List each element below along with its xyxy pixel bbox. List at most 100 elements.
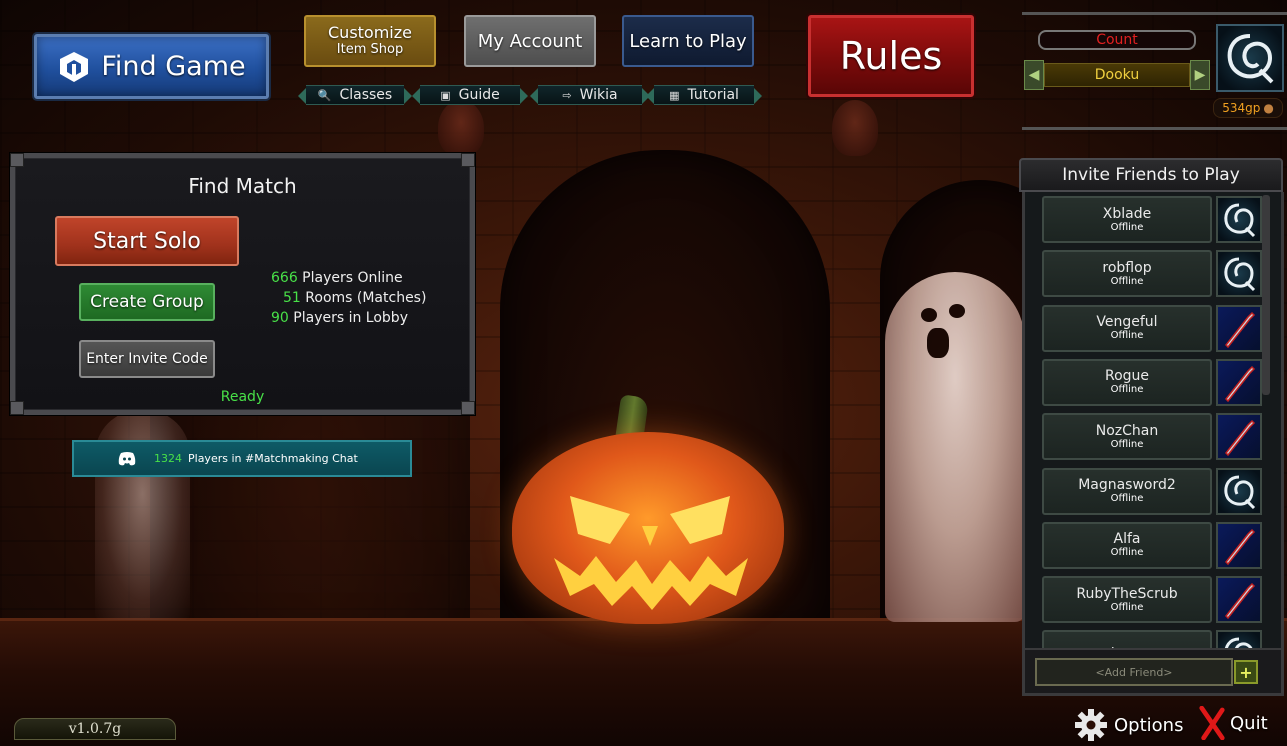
quit-button[interactable]: Quit [1198,706,1268,740]
my-account-button[interactable]: My Account [464,15,596,67]
nav-link-label: Wikia [579,87,618,103]
find-game-label: Find Game [101,51,246,82]
discord-chat-button[interactable]: 1324 Players in #Matchmaking Chat [72,440,412,477]
friend-avatar [1216,576,1262,624]
coin-bag-icon: ● [1263,101,1274,115]
friend-row[interactable]: RubyTheScrub Offline [1042,576,1272,624]
friend-avatar [1216,467,1262,515]
sword-icon [1224,528,1256,565]
close-icon [1199,706,1225,740]
friend-row[interactable]: Rogue Offline [1042,358,1272,406]
friend-invite-button[interactable]: RubyTheScrub Offline [1042,576,1212,624]
friend-status: Offline [1110,221,1144,233]
gold-amount: 534gp [1222,101,1261,115]
learn-to-play-button[interactable]: Learn to Play [622,15,754,67]
friend-avatar [1216,630,1262,648]
discord-icon [118,452,136,466]
lobby-label: Players in Lobby [288,310,408,326]
customize-button[interactable]: Customize Item Shop [304,15,436,67]
friend-name: Vengeful [1096,314,1158,331]
find-match-title: Find Match [188,174,297,198]
my-account-label: My Account [477,30,583,52]
options-label: Options [1114,714,1184,736]
friend-invite-button[interactable]: cbman [1042,630,1212,648]
panel-corner [10,153,24,167]
friend-row[interactable]: Xblade Offline [1042,196,1272,243]
rooms-stat: 51 Rooms (Matches) [283,290,426,306]
friend-status: Offline [1110,330,1144,342]
players-online-count: 666 [271,270,298,286]
create-group-button[interactable]: Create Group [79,283,215,321]
nav-link-guide[interactable]: ▣ Guide [412,85,528,105]
add-friend-input[interactable] [1035,658,1233,686]
friend-status: Offline [1110,493,1144,504]
discord-label: Players in #Matchmaking Chat [188,452,358,465]
friend-row[interactable]: robflop Offline [1042,250,1272,298]
enter-invite-code-button[interactable]: Enter Invite Code [79,340,215,378]
chevron-left-icon[interactable]: ◀ [1024,60,1044,90]
friend-invite-button[interactable]: Vengeful Offline [1042,304,1212,352]
logo-icon [1227,34,1274,84]
friend-name: NozChan [1095,422,1159,439]
friend-status: Offline [1110,275,1144,287]
rooms-label: Rooms (Matches) [300,290,427,306]
lobby-stat: 90 Players in Lobby [271,310,408,326]
friend-name: Rogue [1104,368,1150,385]
friend-row[interactable]: cbman [1042,630,1272,648]
friend-row[interactable]: Alfa Offline [1042,521,1272,569]
quit-label: Quit [1230,712,1268,734]
ghost [885,272,1025,622]
friend-invite-button[interactable]: Magnasword2 Offline [1042,467,1212,515]
friend-name: Xblade [1102,205,1152,222]
friends-scrollbar[interactable] [1262,195,1270,395]
nav-link-label: Guide [458,87,500,103]
search-icon: 🔍 [317,88,332,102]
player-avatar[interactable] [1216,24,1284,92]
start-solo-button[interactable]: Start Solo [55,216,239,266]
friend-invite-button[interactable]: NozChan Offline [1042,413,1212,461]
start-solo-label: Start Solo [93,228,201,254]
players-online-label: Players Online [297,270,403,286]
friend-row[interactable]: NozChan Offline [1042,413,1272,461]
friend-status: Offline [1110,438,1144,450]
shield-logo-icon [60,51,89,82]
friend-invite-button[interactable]: Alfa Offline [1042,521,1212,569]
sword-icon [1224,420,1256,457]
sword-icon [1224,583,1256,620]
options-button[interactable]: Options [1074,708,1183,742]
jack-o-lantern-face [554,496,748,610]
sword-icon [1224,311,1256,348]
friend-status: Offline [1110,547,1144,559]
friend-avatar [1216,521,1262,569]
nav-link-label: Classes [339,87,393,103]
gear-icon [1075,709,1107,741]
skull-ornament [438,100,484,156]
friend-name: Magnasword2 [1078,477,1176,493]
nav-link-wikia[interactable]: ⇨ Wikia [530,85,650,105]
find-game-button[interactable]: Find Game [34,34,269,99]
nav-link-classes[interactable]: 🔍 Classes [298,85,412,105]
nav-link-label: Tutorial [687,87,739,103]
rules-button[interactable]: Rules [808,15,974,97]
chevron-right-icon[interactable]: ▶ [1190,60,1210,90]
puzzle-icon: ▦ [669,88,680,102]
friends-list: Xblade Offline robflop Offline Vengeful Offli… [1022,192,1284,648]
skull-ornament [832,100,878,156]
friend-avatar [1216,358,1262,406]
friend-invite-button[interactable]: Xblade Offline [1042,196,1212,243]
item-shop-label: Item Shop [336,42,404,57]
friend-avatar [1216,250,1262,298]
friend-avatar [1216,304,1262,352]
friend-row[interactable]: Vengeful Offline [1042,304,1272,352]
logo-icon [1224,257,1256,292]
friend-row[interactable]: Magnasword2 Offline [1042,467,1272,515]
friend-invite-button[interactable]: robflop Offline [1042,250,1212,298]
nav-link-tutorial[interactable]: ▦ Tutorial [646,85,762,105]
friend-invite-button[interactable]: Rogue Offline [1042,358,1212,406]
logo-icon [1225,637,1253,648]
sword-icon [1224,365,1256,403]
friend-status: Offline [1110,601,1144,613]
invite-friends-title: Invite Friends to Play [1019,158,1283,192]
friend-avatar [1216,413,1262,461]
add-friend-button[interactable]: + [1234,660,1258,684]
